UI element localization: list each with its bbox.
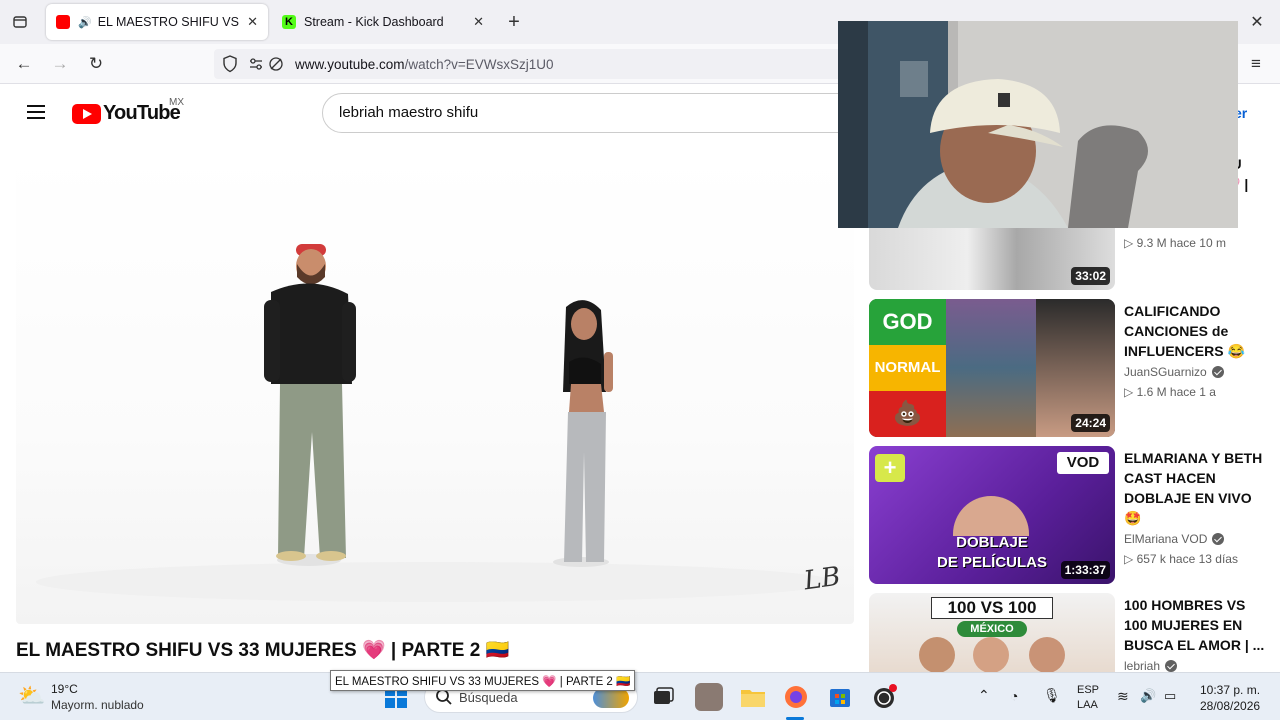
- thumb-face: [1029, 637, 1065, 672]
- permissions-icon[interactable]: [248, 56, 264, 75]
- verified-icon: [1211, 366, 1224, 378]
- obs-icon[interactable]: [870, 683, 898, 711]
- video-duration: 1:33:37: [1060, 561, 1110, 579]
- language-indicator-line1[interactable]: ESP: [1077, 684, 1099, 696]
- thumb-face: [919, 637, 955, 672]
- mic-blocked-icon[interactable]: [268, 56, 284, 75]
- store-icon[interactable]: [826, 683, 854, 711]
- video-stats: ▷ 657 k hace 13 días: [1124, 552, 1238, 566]
- tab-title: EL MAESTRO SHIFU VS 33 MUJERES: [97, 15, 241, 29]
- microphone-icon[interactable]: 🎙: [1043, 687, 1061, 704]
- thumb-face: [953, 496, 1029, 536]
- weather-icon[interactable]: ⛅: [18, 683, 45, 709]
- tab-list-icon[interactable]: [8, 10, 32, 34]
- clock-date[interactable]: 28/08/2026: [1200, 699, 1260, 713]
- vod-badge: VOD: [1057, 452, 1109, 474]
- tab-kick-dashboard[interactable]: K Stream - Kick Dashboard ✕: [272, 4, 494, 40]
- address-bar[interactable]: www.youtube.com/watch?v=EVWsxSzj1U0: [214, 49, 854, 79]
- webcam-feed: [838, 21, 1238, 228]
- thumb-label: MÉXICO: [957, 621, 1027, 637]
- battery-icon[interactable]: ▭: [1164, 688, 1176, 704]
- tooltip-text: EL MAESTRO SHIFU VS 33 MUJERES 💗 | PARTE…: [335, 675, 631, 688]
- video-title: EL MAESTRO SHIFU VS 33 MUJERES 💗 | PARTE…: [16, 638, 509, 662]
- video-duration: 24:24: [1071, 414, 1110, 432]
- youtube-favicon-icon: [56, 15, 70, 29]
- weather-temperature[interactable]: 19°C: [51, 682, 78, 696]
- clock-time[interactable]: 10:37 p. m.: [1200, 683, 1260, 697]
- video-title[interactable]: 100 HOMBRES VS 100 MUJERES EN BUSCA EL A…: [1124, 595, 1266, 655]
- verified-icon: [1212, 533, 1225, 545]
- new-tab-icon[interactable]: +: [502, 10, 526, 34]
- video-thumbnail[interactable]: 100 VS 100 MÉXICO: [869, 593, 1115, 672]
- thumb-label: NORMAL: [869, 345, 946, 391]
- country-code: MX: [169, 97, 184, 108]
- weather-description[interactable]: Mayorm. nublado: [51, 698, 144, 712]
- speaker-icon[interactable]: 🔊: [78, 16, 92, 29]
- close-tab-icon[interactable]: ✕: [247, 14, 258, 30]
- language-indicator-line2[interactable]: LAA: [1077, 699, 1098, 711]
- webcam-overlay: [838, 21, 1238, 228]
- app-menu-icon[interactable]: ≡: [1244, 52, 1268, 76]
- channel-name[interactable]: lebriah: [1124, 659, 1160, 672]
- thumb-label: GOD: [869, 299, 946, 345]
- poop-emoji-icon: 💩: [869, 391, 946, 437]
- forward-icon[interactable]: →: [48, 52, 72, 76]
- verified-icon: [1165, 660, 1178, 672]
- search-highlight-icon: [593, 688, 629, 708]
- network-status-icon[interactable]: ◔: [1010, 688, 1018, 704]
- search-query: lebriah maestro shifu: [339, 104, 479, 121]
- hamburger-menu-icon[interactable]: [24, 101, 48, 125]
- channel-name[interactable]: ElMariana VOD: [1124, 532, 1207, 546]
- video-thumbnail[interactable]: GOD NORMAL 💩 24:24: [869, 299, 1115, 437]
- taskbar-search-placeholder: Búsqueda: [459, 690, 518, 705]
- firefox-icon[interactable]: [782, 683, 810, 711]
- close-window-icon[interactable]: ✕: [1245, 10, 1269, 34]
- kick-favicon-icon: K: [282, 15, 296, 29]
- man-figure: [264, 244, 356, 566]
- shield-icon[interactable]: [222, 55, 238, 76]
- task-view-icon[interactable]: [648, 683, 676, 711]
- show-hidden-icons-icon[interactable]: ⌃: [978, 687, 990, 704]
- video-title[interactable]: CALIFICANDO CANCIONES de INFLUENCERS 😂: [1124, 301, 1266, 361]
- tab-title: Stream - Kick Dashboard: [304, 15, 444, 29]
- volume-icon[interactable]: 🔊: [1140, 688, 1156, 704]
- plus-badge-icon: +: [875, 454, 905, 482]
- file-explorer-icon[interactable]: [739, 683, 767, 711]
- channel-watermark: LB: [802, 561, 843, 597]
- thumb-label: DOBLAJE: [956, 534, 1028, 551]
- youtube-play-icon: [72, 103, 101, 124]
- reload-icon[interactable]: ↻: [84, 52, 108, 76]
- youtube-logo[interactable]: YouTube MX: [72, 97, 184, 125]
- back-icon[interactable]: ←: [12, 52, 36, 76]
- app-icon[interactable]: [695, 683, 723, 711]
- recommendation-card[interactable]: 100 VS 100 MÉXICO 100 HOMBRES VS 100 MUJ…: [869, 593, 1269, 672]
- video-stats: ▷ 9.3 M hace 10 m: [1124, 236, 1226, 250]
- video-duration: 33:02: [1071, 267, 1110, 285]
- video-player[interactable]: LB: [16, 152, 854, 624]
- woman-figure: [553, 300, 613, 567]
- video-title[interactable]: ELMARIANA Y BETH CAST HACEN DOBLAJE EN V…: [1124, 448, 1266, 528]
- channel-name[interactable]: JuanSGuarnizo: [1124, 365, 1207, 379]
- video-frame: [36, 244, 836, 602]
- url-path: /watch?v=EVWsxSzj1U0: [404, 56, 554, 72]
- wifi-icon[interactable]: ≋: [1117, 688, 1129, 705]
- recommendation-card[interactable]: + VOD DOBLAJE DE PELÍCULAS 1:33:37 ELMAR…: [869, 446, 1269, 586]
- video-title-text: EL MAESTRO SHIFU VS 33 MUJERES 💗 | PARTE…: [16, 640, 510, 661]
- url-host: www.youtube.com: [295, 56, 405, 72]
- recommendation-card[interactable]: GOD NORMAL 💩 24:24 CALIFICANDO CANCIONES…: [869, 299, 1269, 439]
- close-tab-icon[interactable]: ✕: [473, 14, 484, 30]
- search-icon: [435, 688, 453, 711]
- windows-taskbar: ⛅ 19°C Mayorm. nublado Búsqueda ⌃ ◔ 🎙 ES…: [0, 672, 1280, 720]
- thumb-collage: [946, 299, 1036, 437]
- thumb-label: 100 VS 100: [931, 597, 1053, 619]
- video-thumbnail[interactable]: + VOD DOBLAJE DE PELÍCULAS 1:33:37: [869, 446, 1115, 584]
- tab-youtube[interactable]: 🔊 EL MAESTRO SHIFU VS 33 MUJERES ✕: [46, 4, 268, 40]
- taskbar-tooltip: EL MAESTRO SHIFU VS 33 MUJERES 💗 | PARTE…: [330, 670, 636, 691]
- search-input[interactable]: lebriah maestro shifu: [322, 93, 862, 133]
- video-stats: ▷ 1.6 M hace 1 a: [1124, 385, 1216, 399]
- thumb-face: [973, 637, 1009, 672]
